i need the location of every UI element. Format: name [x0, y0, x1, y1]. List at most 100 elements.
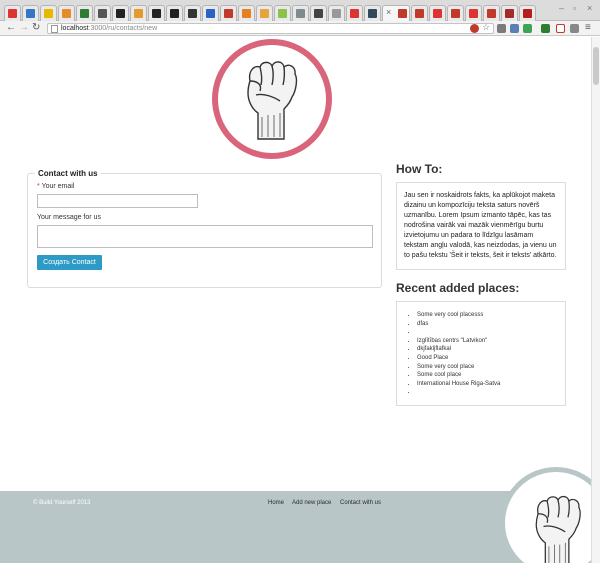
browser-tab[interactable]	[274, 5, 291, 21]
place-link[interactable]: dfas	[417, 320, 500, 329]
close-window-icon[interactable]: ×	[587, 3, 592, 13]
browser-tab[interactable]	[22, 5, 39, 21]
favicon	[26, 9, 35, 18]
extension-icon[interactable]	[523, 24, 532, 33]
footer-link-contact[interactable]: Contact with us	[340, 500, 381, 506]
browser-tab[interactable]	[364, 5, 381, 21]
footer-link-home[interactable]: Home	[268, 500, 284, 506]
browser-tab[interactable]	[166, 5, 183, 21]
required-mark: *	[37, 183, 40, 190]
page-icon	[51, 25, 58, 33]
url-host: localhost	[61, 25, 89, 32]
browser-tab[interactable]	[346, 5, 363, 21]
scrollbar-thumb[interactable]	[593, 47, 599, 85]
place-link[interactable]: Izglītības centrs "Latvikon"	[417, 337, 500, 346]
favicon	[206, 9, 215, 18]
submit-button[interactable]: Создать Contact	[37, 255, 102, 270]
place-link[interactable]: Some very cool place	[417, 363, 500, 372]
browser-tab[interactable]	[238, 5, 255, 21]
favicon	[44, 9, 53, 18]
message-label: Your message for us	[37, 214, 101, 221]
favicon	[487, 9, 496, 18]
copyright: © Build Yourself 2013	[33, 500, 91, 506]
place-link[interactable]: dkjfakljflafkal	[417, 345, 500, 354]
arrow-left-icon[interactable]: ←	[6, 22, 16, 33]
extension-icon[interactable]	[497, 24, 506, 33]
raised-fist-icon	[247, 61, 298, 140]
browser-tab[interactable]	[292, 5, 309, 21]
browser-tab[interactable]	[501, 5, 518, 21]
favicon	[188, 9, 197, 18]
favicon	[224, 9, 233, 18]
browser-tab[interactable]	[256, 5, 273, 21]
browser-tab[interactable]	[148, 5, 165, 21]
minimize-icon[interactable]: –	[559, 3, 564, 13]
site-logo[interactable]	[212, 39, 332, 159]
browser-toolbar: ← → ↻ localhost:3000/ru/contacts/new ☆ ≡	[0, 21, 600, 36]
favicon	[505, 9, 514, 18]
url-path: :3000/ru/contacts/new	[88, 25, 158, 32]
howto-text: Jau sen ir noskaidrots fakts, ka aplūkoj…	[396, 182, 566, 270]
browser-tab[interactable]	[4, 5, 21, 21]
message-textarea[interactable]	[37, 225, 373, 248]
browser-tab[interactable]	[112, 5, 129, 21]
place-link[interactable]	[417, 388, 500, 397]
address-bar[interactable]: localhost:3000/ru/contacts/new	[47, 23, 494, 34]
recent-places-heading: Recent added places:	[396, 281, 520, 295]
favicon	[350, 9, 359, 18]
favicon	[415, 9, 424, 18]
place-link[interactable]	[417, 328, 500, 337]
favicon	[134, 9, 143, 18]
raised-fist-icon	[535, 495, 581, 563]
favicon	[296, 9, 305, 18]
browser-tab[interactable]	[411, 5, 428, 21]
browser-tab[interactable]	[220, 5, 237, 21]
arrow-right-icon[interactable]: →	[19, 22, 29, 33]
favicon	[523, 9, 532, 18]
favicon	[433, 9, 442, 18]
reload-icon[interactable]: ↻	[32, 22, 40, 33]
place-link[interactable]: International House Riga-Satva	[417, 380, 500, 389]
browser-tab[interactable]	[184, 5, 201, 21]
browser-tab[interactable]	[519, 5, 536, 21]
place-link[interactable]: Some very cool placesss	[417, 311, 500, 320]
browser-tab[interactable]	[310, 5, 327, 21]
browser-tab[interactable]: ×	[382, 5, 410, 21]
favicon	[314, 9, 323, 18]
favicon	[152, 9, 161, 18]
form-legend: Contact with us	[35, 169, 101, 178]
place-link[interactable]: Good Place	[417, 354, 500, 363]
favicon	[332, 9, 341, 18]
favicon	[278, 9, 287, 18]
favicon	[116, 9, 125, 18]
favicon	[451, 9, 460, 18]
extension-icon[interactable]	[510, 24, 519, 33]
browser-tab[interactable]	[94, 5, 111, 21]
email-label-text: Your email	[41, 183, 75, 190]
hamburger-icon[interactable]: ≡	[585, 22, 591, 33]
star-icon[interactable]: ☆	[482, 22, 491, 32]
gmail-icon[interactable]	[556, 24, 565, 33]
email-label: * Your email	[37, 183, 74, 190]
footer-link-add-place[interactable]: Add new place	[292, 500, 331, 506]
extension-icon[interactable]	[541, 24, 550, 33]
adblock-icon[interactable]	[470, 24, 479, 33]
browser-tab[interactable]	[130, 5, 147, 21]
vertical-scrollbar[interactable]	[591, 37, 600, 563]
browser-tab[interactable]	[429, 5, 446, 21]
email-field[interactable]	[37, 194, 198, 208]
browser-tab[interactable]	[465, 5, 482, 21]
browser-tab[interactable]	[40, 5, 57, 21]
browser-tab[interactable]	[328, 5, 345, 21]
extension-icon[interactable]	[570, 24, 579, 33]
browser-tab[interactable]	[202, 5, 219, 21]
maximize-icon[interactable]: ▫	[573, 3, 576, 13]
place-link[interactable]: Some cool place	[417, 371, 500, 380]
favicon	[170, 9, 179, 18]
browser-tab[interactable]	[76, 5, 93, 21]
browser-tab[interactable]	[58, 5, 75, 21]
close-tab-icon[interactable]: ×	[386, 7, 391, 17]
browser-tab[interactable]	[447, 5, 464, 21]
browser-tab[interactable]	[483, 5, 500, 21]
favicon	[398, 9, 407, 18]
